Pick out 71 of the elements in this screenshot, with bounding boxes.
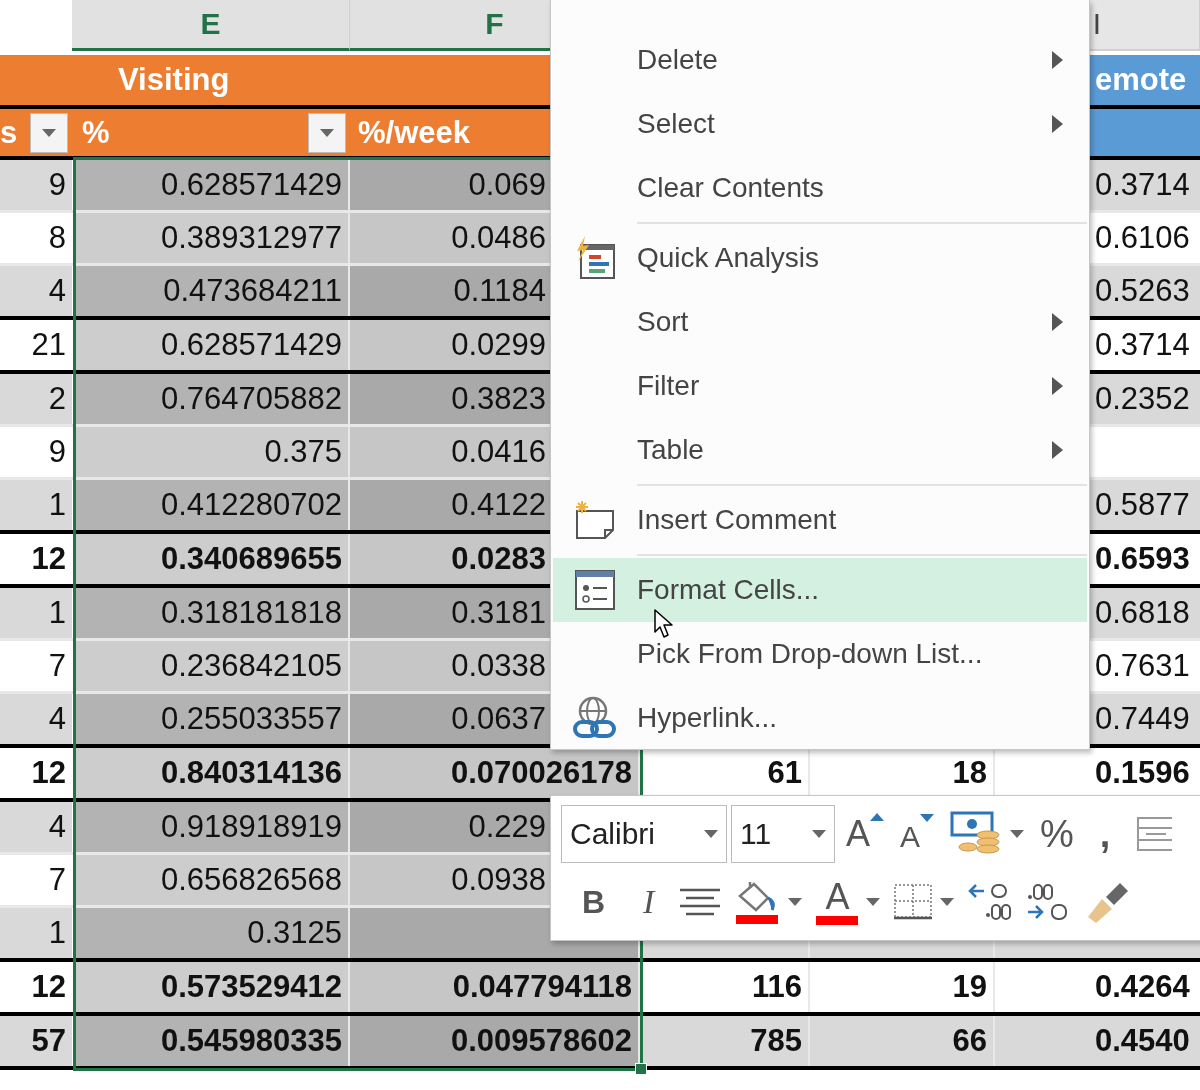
filter-button[interactable] bbox=[30, 112, 68, 153]
globe-link-icon bbox=[572, 695, 618, 741]
table-cell: 0.236842105 bbox=[76, 641, 350, 691]
table-cell: 0.340689655 bbox=[76, 534, 350, 584]
shrink-font-button[interactable]: A bbox=[895, 805, 940, 863]
caret-icon bbox=[866, 898, 881, 906]
table-cell: 0.375 bbox=[76, 427, 350, 477]
note-icon bbox=[573, 500, 617, 540]
fill-handle[interactable] bbox=[635, 1063, 647, 1075]
table-cell: 0.009578602 bbox=[350, 1016, 640, 1066]
size-dropdown[interactable]: 11 bbox=[731, 805, 835, 863]
table-cell: 9 bbox=[0, 160, 72, 210]
caret-icon bbox=[320, 128, 334, 137]
column-header[interactable]: E bbox=[72, 0, 350, 51]
quick-analysis-icon bbox=[574, 236, 616, 280]
table-cell: 785 bbox=[640, 1016, 810, 1066]
caret-icon bbox=[812, 830, 826, 838]
caret-icon bbox=[1010, 830, 1025, 838]
table-cell: 1 bbox=[0, 908, 72, 958]
table-cell: 0.656826568 bbox=[76, 855, 350, 905]
money-coins-icon bbox=[950, 811, 1003, 857]
caret-icon bbox=[940, 898, 955, 906]
triangle-up-icon bbox=[870, 813, 884, 821]
table-cell: 1 bbox=[0, 480, 72, 530]
decimal-arrow-icon bbox=[968, 883, 1013, 921]
table-cell: 1 bbox=[0, 588, 72, 638]
mouse-pointer-icon bbox=[653, 608, 675, 640]
table-cell: 0.412280702 bbox=[76, 480, 350, 530]
triangle-down-icon bbox=[920, 814, 935, 822]
table-cell: 4 bbox=[0, 694, 72, 744]
submenu-arrow-icon bbox=[1052, 115, 1063, 133]
table-cell: 0.545980335 bbox=[76, 1016, 350, 1066]
align-center-icon bbox=[680, 888, 721, 916]
table-cell: 0.389312977 bbox=[76, 213, 350, 263]
submenu-arrow-icon bbox=[1052, 313, 1063, 331]
grow-font-button[interactable]: A bbox=[841, 805, 889, 863]
submenu-arrow-icon bbox=[1052, 377, 1063, 395]
percent-button[interactable]: % bbox=[1035, 805, 1079, 863]
table-cell: 0.473684211 bbox=[76, 266, 350, 316]
dotted-grid-icon bbox=[894, 884, 933, 920]
table-cell: 4 bbox=[0, 802, 72, 852]
table-cell: 0.255033557 bbox=[76, 694, 350, 744]
table-cell: 0.573529412 bbox=[76, 962, 350, 1012]
header-text: % bbox=[82, 114, 110, 151]
font-color-button[interactable]: A bbox=[811, 873, 886, 931]
comma-button[interactable]: , bbox=[1084, 805, 1126, 863]
header-text: %/week bbox=[358, 114, 470, 151]
table-cell: 0.764705882 bbox=[76, 374, 350, 424]
caret-icon bbox=[704, 830, 718, 838]
submenu-arrow-icon bbox=[1052, 441, 1063, 459]
table-grid-icon bbox=[1136, 814, 1173, 854]
table-cell: 0.918918919 bbox=[76, 802, 350, 852]
caret-icon bbox=[42, 128, 56, 137]
table-cell: 57 bbox=[0, 1016, 72, 1066]
format-list-icon bbox=[574, 569, 616, 611]
table-cell: 0.3125 bbox=[76, 908, 350, 958]
table-cell: 2 bbox=[0, 374, 72, 424]
table-cell: 0.628571429 bbox=[76, 160, 350, 210]
table-cell: 66 bbox=[810, 1016, 995, 1066]
table-cell: 0.4540 bbox=[995, 1016, 1200, 1066]
table-cell: 0.047794118 bbox=[350, 962, 640, 1012]
table-cell: 0.070026178 bbox=[350, 748, 640, 798]
table-cell: 4 bbox=[0, 266, 72, 316]
table-cell: 0.628571429 bbox=[76, 320, 350, 370]
table-cell: 0.318181818 bbox=[76, 588, 350, 638]
submenu-arrow-icon bbox=[1052, 51, 1063, 69]
filter-button[interactable] bbox=[308, 112, 346, 153]
font-dropdown[interactable]: Calibri bbox=[561, 805, 727, 863]
header-text: s bbox=[0, 114, 18, 151]
caret-icon bbox=[788, 898, 803, 906]
table-cell: 0.840314136 bbox=[76, 748, 350, 798]
